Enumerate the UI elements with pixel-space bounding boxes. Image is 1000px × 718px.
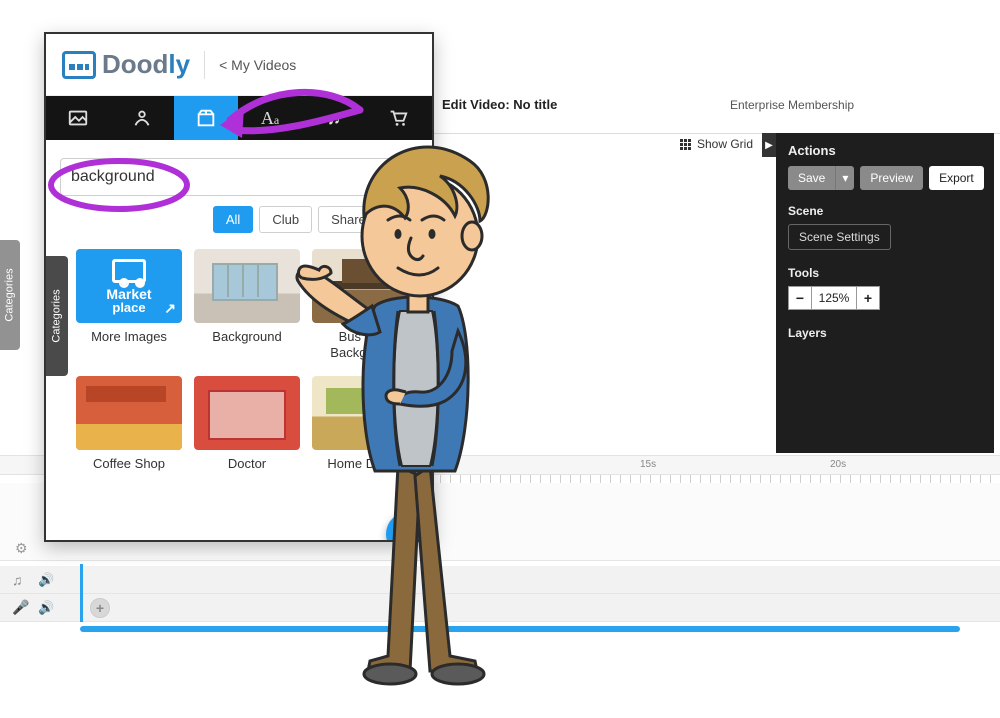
filter-shared[interactable]: Shared: [318, 206, 386, 233]
text-icon: Aa: [261, 108, 279, 129]
tile-bus-stop-background[interactable]: Bus Stop Background: [312, 249, 418, 360]
tile-label: Doctor: [228, 456, 266, 472]
add-audio-button[interactable]: +: [90, 598, 110, 618]
music-volume-icon[interactable]: 🔊: [38, 572, 54, 588]
tab-characters[interactable]: [110, 96, 174, 140]
timeline-settings-icon[interactable]: ⚙: [15, 540, 31, 556]
logo-text: Doodly: [102, 49, 190, 80]
show-grid-toggle[interactable]: Show Grid: [680, 137, 753, 151]
zoom-value: 125%: [812, 286, 856, 310]
timeline-playhead[interactable]: [80, 564, 83, 622]
export-button[interactable]: Export: [929, 166, 984, 190]
tab-text[interactable]: Aa: [238, 96, 302, 140]
bus-stop-thumb: [312, 249, 418, 323]
tile-coffee-shop[interactable]: Coffee Shop: [76, 376, 182, 472]
categories-label: Categories: [51, 289, 63, 342]
search-input[interactable]: [71, 168, 389, 186]
categories-tab-ghost: Categories: [0, 240, 20, 350]
tile-background[interactable]: Background: [194, 249, 300, 360]
search-row: ✕: [46, 140, 432, 206]
marketplace-thumb: Market place ↗: [76, 249, 182, 323]
music-track[interactable]: ♫ 🔊: [0, 566, 1000, 594]
scene-settings-button[interactable]: Scene Settings: [788, 224, 891, 250]
tile-label: Background: [212, 329, 281, 345]
filter-club[interactable]: Club: [259, 206, 312, 233]
logo-mark-icon: [62, 51, 96, 79]
membership-label: Enterprise Membership: [730, 98, 854, 112]
actions-title: Actions: [788, 143, 982, 158]
tab-marketplace[interactable]: [366, 96, 430, 140]
scene-section-title: Scene: [788, 204, 982, 218]
timeline-scrollbar[interactable]: [80, 626, 960, 632]
filter-all[interactable]: All: [213, 206, 253, 233]
tile-home-dining[interactable]: Home Dining: [312, 376, 418, 472]
tab-sounds[interactable]: ♫: [302, 96, 366, 140]
tile-label: Coffee Shop: [93, 456, 165, 472]
timeline-mark-15s: 15s: [640, 459, 656, 470]
background-thumb: [194, 249, 300, 323]
filter-row: All Club Shared: [46, 206, 432, 245]
music-note-icon: ♫: [12, 572, 28, 588]
zoom-out-button[interactable]: −: [788, 286, 812, 310]
collapse-panel-button[interactable]: ▶: [762, 133, 776, 157]
save-button[interactable]: Save: [788, 166, 835, 190]
header-divider: [204, 51, 205, 79]
doctor-thumb: [194, 376, 300, 450]
tile-label: Bus Stop Background: [312, 329, 418, 360]
asset-grid: Market place ↗ More Images Background Bu…: [46, 245, 432, 482]
music-icon: ♫: [327, 107, 342, 130]
layers-section-title: Layers: [788, 326, 982, 340]
voice-volume-icon[interactable]: 🔊: [38, 600, 54, 616]
clear-search-button[interactable]: ✕: [389, 168, 407, 186]
image-icon: [67, 107, 89, 129]
arrow-up-right-icon: ↗: [164, 300, 176, 317]
plus-icon: +: [400, 519, 415, 543]
grid-icon: [680, 139, 691, 150]
cart-outline-icon: [112, 259, 146, 283]
microphone-icon: 🎤: [12, 599, 28, 616]
timeline-mark-20s: 20s: [830, 459, 846, 470]
voice-track[interactable]: 🎤 🔊: [0, 594, 1000, 622]
box-icon: [195, 107, 217, 129]
color-filter-button[interactable]: [392, 207, 418, 233]
tile-label: More Images: [91, 329, 167, 345]
right-actions-panel: ▶ Actions Save ▾ Preview Export Scene Sc…: [776, 133, 994, 453]
tile-more-images[interactable]: Market place ↗ More Images: [76, 249, 182, 360]
canvas-area[interactable]: [430, 160, 775, 440]
marketplace-text-2: place: [112, 301, 145, 314]
marketplace-text-1: Market: [106, 287, 151, 301]
tools-section-title: Tools: [788, 266, 982, 280]
asset-category-tabs: Aa ♫: [46, 96, 432, 140]
show-grid-label: Show Grid: [697, 137, 753, 151]
coffee-shop-thumb: [76, 376, 182, 450]
categories-side-tab[interactable]: Categories: [46, 256, 68, 376]
preview-button[interactable]: Preview: [860, 166, 923, 190]
tab-scenes[interactable]: [46, 96, 110, 140]
search-box[interactable]: ✕: [60, 158, 418, 196]
tile-doctor[interactable]: Doctor: [194, 376, 300, 472]
zoom-in-button[interactable]: +: [856, 286, 880, 310]
home-dining-thumb: [312, 376, 418, 450]
tile-label: Home Dining: [327, 456, 402, 472]
popup-header: Doodly < My Videos: [46, 34, 432, 96]
tab-props[interactable]: [174, 96, 238, 140]
zoom-control: − 125% +: [788, 286, 982, 310]
assets-popup-panel: Doodly < My Videos Aa ♫ ✕ All Club: [44, 32, 434, 542]
back-to-videos-link[interactable]: < My Videos: [219, 57, 296, 73]
doodly-logo[interactable]: Doodly: [62, 49, 190, 80]
save-dropdown[interactable]: ▾: [835, 166, 854, 190]
cart-icon: [387, 107, 409, 129]
add-asset-fab[interactable]: +: [386, 512, 430, 542]
edit-video-title: Edit Video: No title: [442, 97, 557, 112]
person-icon: [131, 107, 153, 129]
